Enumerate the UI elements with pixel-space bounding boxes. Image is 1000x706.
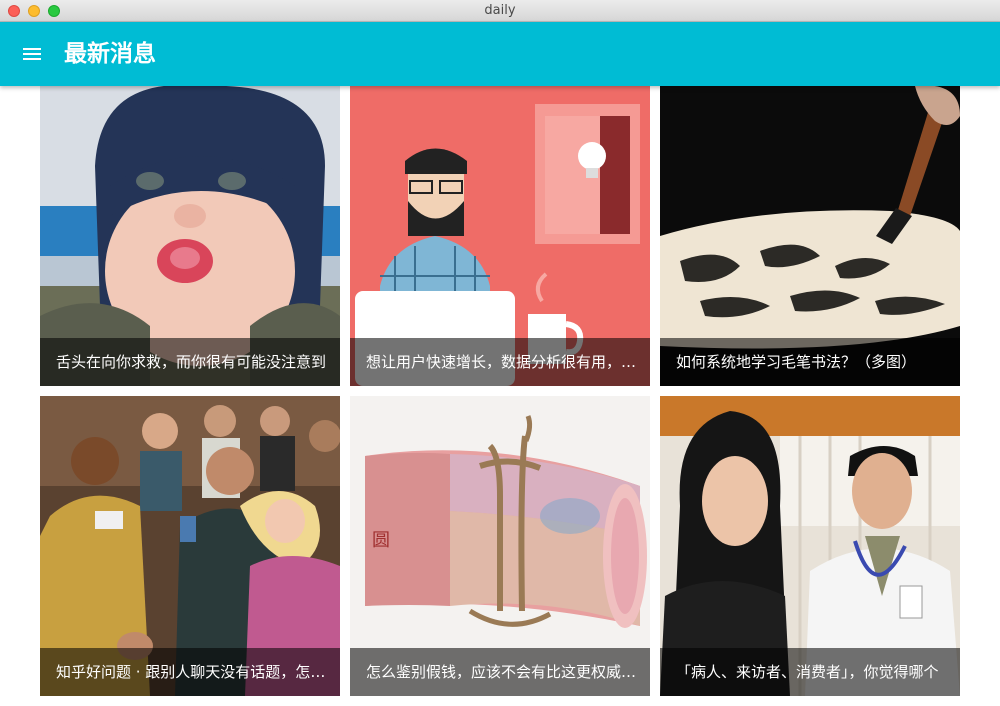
window-title: daily: [484, 3, 516, 18]
window-titlebar[interactable]: daily: [0, 0, 1000, 22]
story-title: 如何系统地学习毛笔书法？（多图）: [676, 353, 917, 371]
story-caption: 如何系统地学习毛笔书法？（多图）: [660, 338, 960, 386]
app-window: daily 最新消息 舌头在向你求救，而你很有可能没注意到 想让用户快速增长，数…: [0, 0, 1000, 706]
story-card[interactable]: 舌头在向你求救，而你很有可能没注意到: [40, 86, 340, 386]
story-title: 想让用户快速增长，数据分析很有用，但是: [366, 353, 650, 371]
story-card[interactable]: 圆 怎么鉴别假钱，应该不会有比这更权威的了: [350, 396, 650, 696]
story-caption: 想让用户快速增长，数据分析很有用，但是: [350, 338, 650, 386]
story-card[interactable]: 知乎好问题 · 跟别人聊天没有话题，怎么办: [40, 396, 340, 696]
story-title: 舌头在向你求救，而你很有可能没注意到: [56, 353, 327, 371]
story-card[interactable]: 「病人、来访者、消费者」，你觉得哪个: [660, 396, 960, 696]
svg-text:圆: 圆: [372, 530, 390, 551]
story-caption: 怎么鉴别假钱，应该不会有比这更权威的了: [350, 648, 650, 696]
story-caption: 舌头在向你求救，而你很有可能没注意到: [40, 338, 340, 386]
app-bar: 最新消息: [0, 22, 1000, 86]
story-caption: 「病人、来访者、消费者」，你觉得哪个: [660, 648, 960, 696]
story-card[interactable]: 想让用户快速增长，数据分析很有用，但是: [350, 86, 650, 386]
story-title: 「病人、来访者、消费者」，你觉得哪个: [676, 663, 939, 681]
hamburger-menu-icon[interactable]: [22, 45, 42, 63]
story-card[interactable]: 如何系统地学习毛笔书法？（多图）: [660, 86, 960, 386]
page-title: 最新消息: [64, 41, 156, 67]
story-title: 怎么鉴别假钱，应该不会有比这更权威的了: [366, 663, 650, 681]
story-caption: 知乎好问题 · 跟别人聊天没有话题，怎么办: [40, 648, 340, 696]
story-title: 知乎好问题 · 跟别人聊天没有话题，怎么办: [56, 663, 340, 681]
